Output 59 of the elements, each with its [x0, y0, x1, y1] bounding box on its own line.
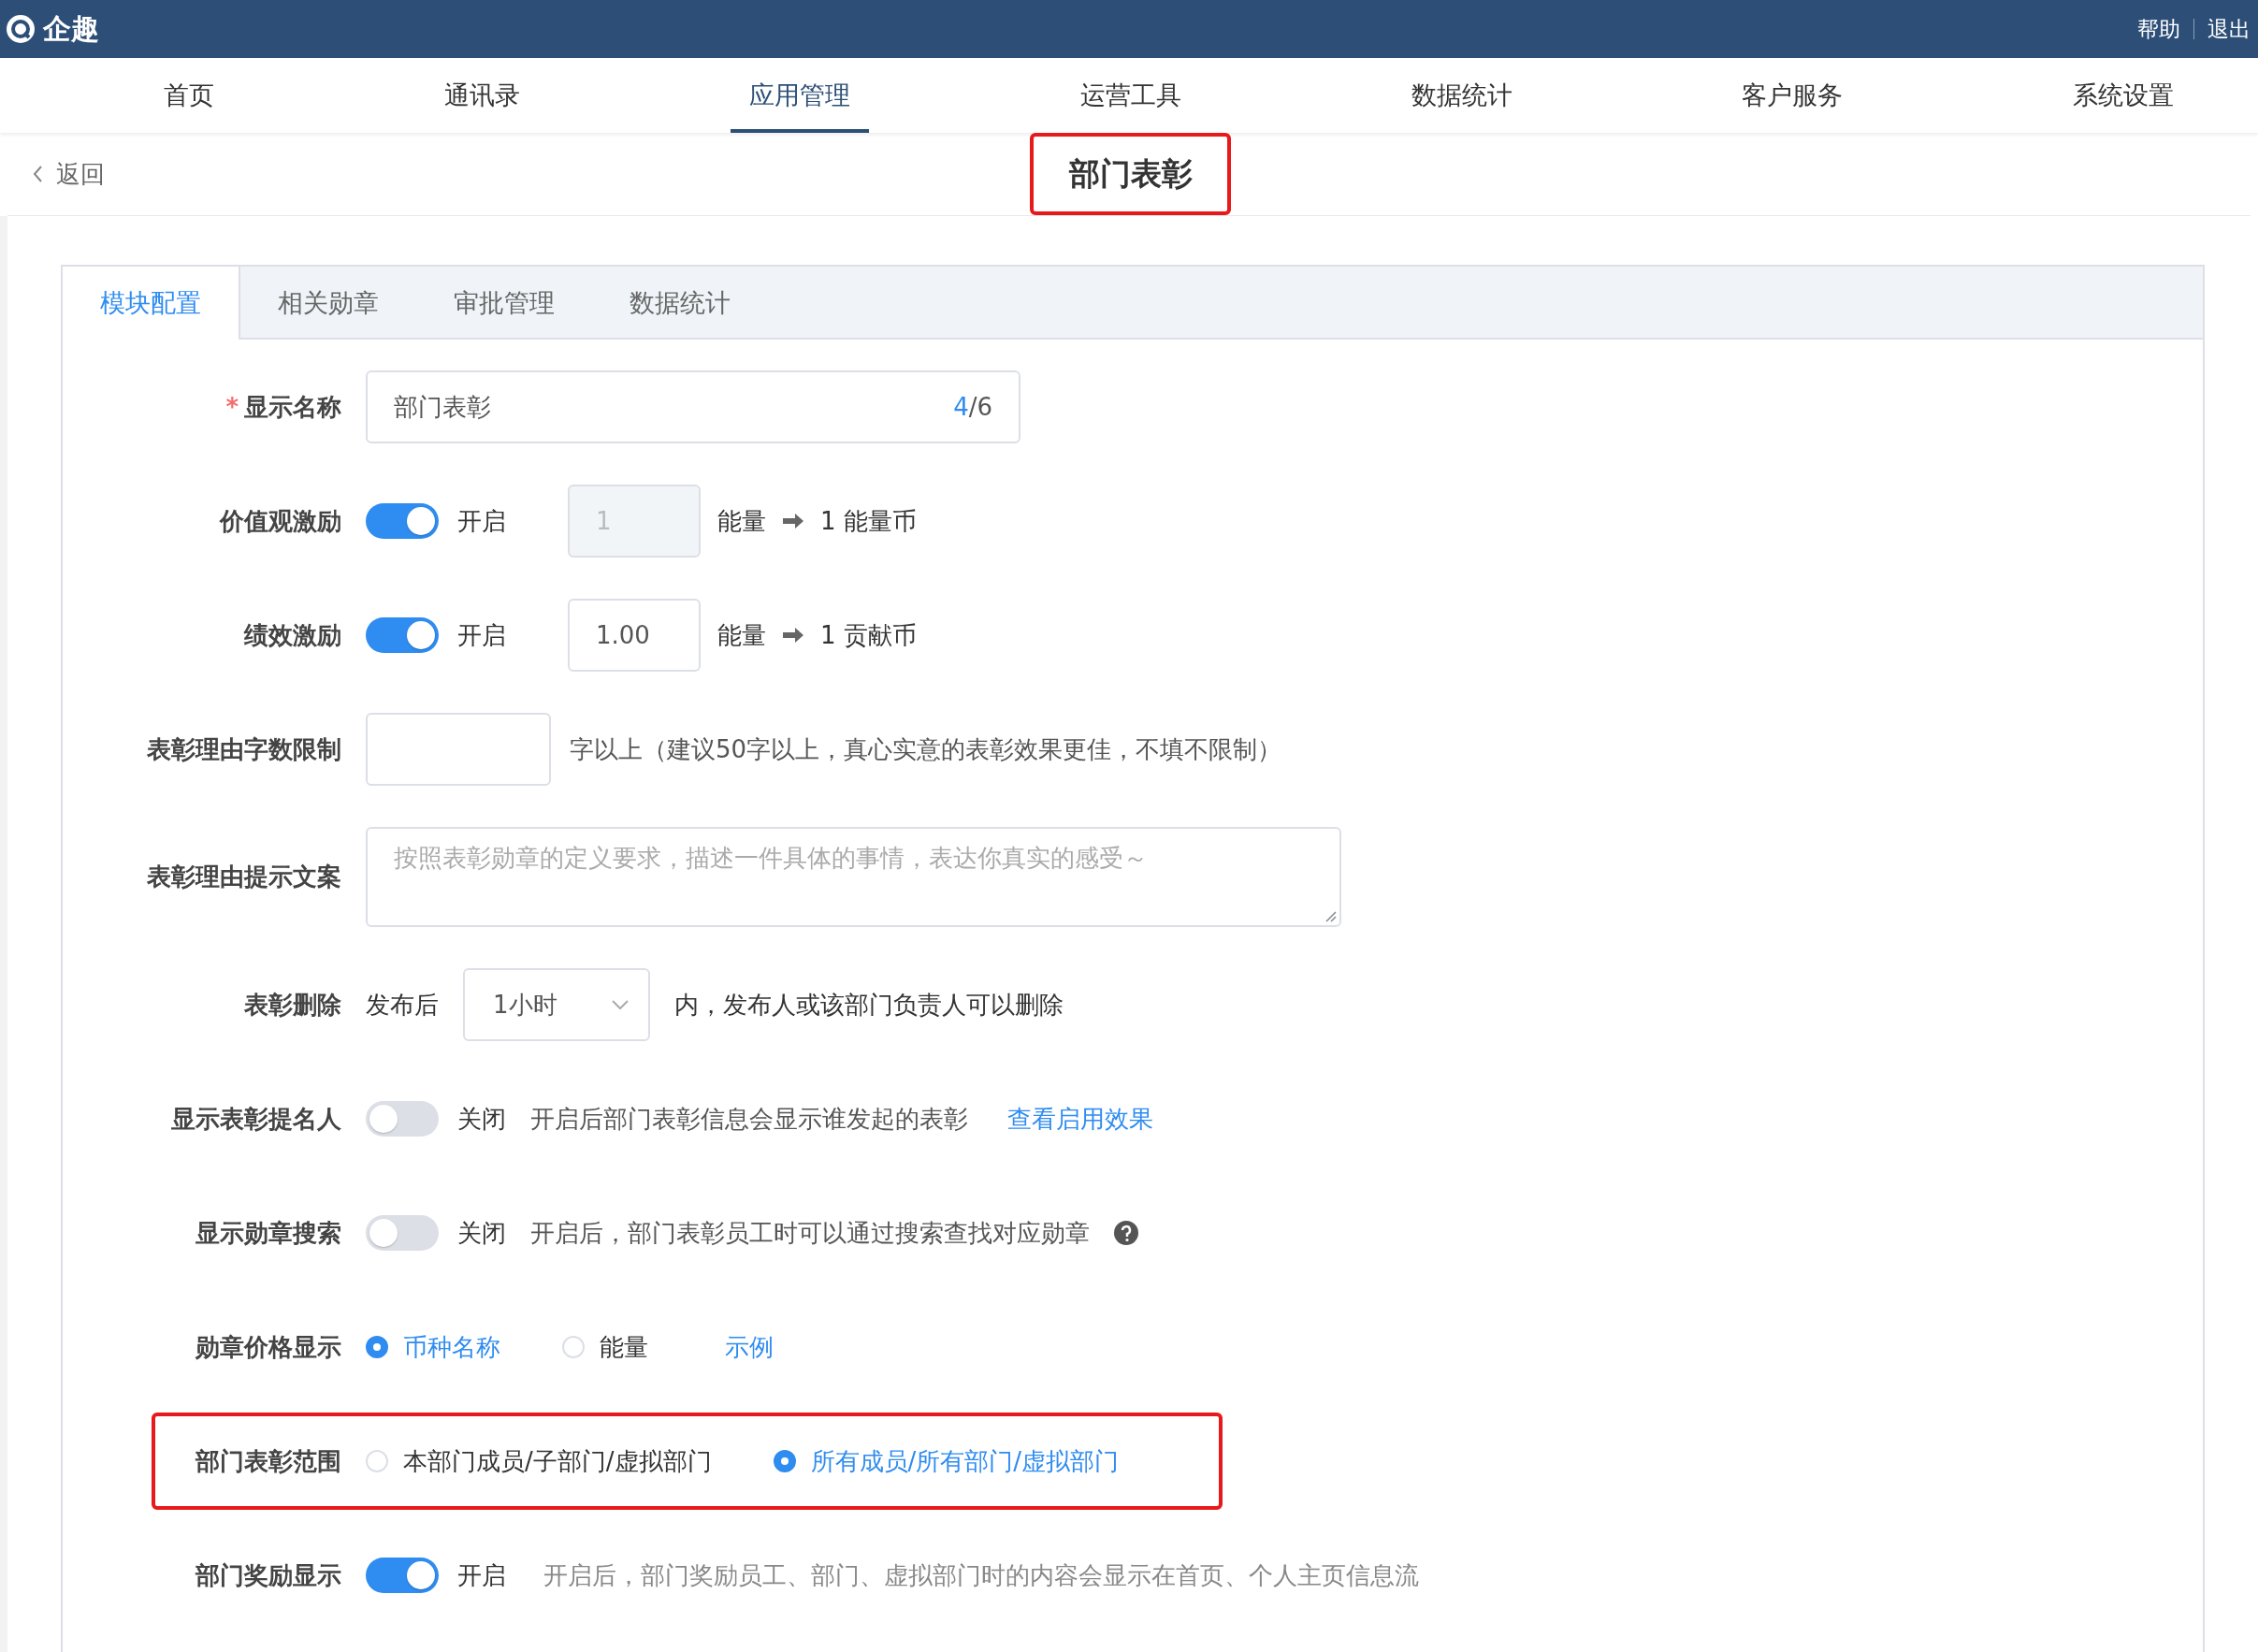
field-label: 显示勋章搜索 — [195, 1217, 341, 1249]
toggle-state: 关闭 — [457, 1103, 506, 1135]
nav-tab[interactable]: 系统设置 — [2053, 58, 2193, 133]
field-label: * 显示名称 — [224, 391, 341, 423]
app-name: 企趣 — [43, 10, 99, 47]
hint-text: 开启后，部门奖励员工、部门、虚拟部门时的内容会显示在首页、个人主页信息流 — [543, 1559, 1419, 1591]
chevron-left-icon — [32, 165, 43, 183]
field-label: 表彰理由提示文案 — [146, 862, 341, 892]
nav-tab[interactable]: 应用管理 — [731, 58, 870, 133]
tab[interactable]: 数据统计 — [592, 267, 768, 340]
nav-tab[interactable]: 客户服务 — [1723, 58, 1862, 133]
suffix-text: 内，发布人或该部门负责人可以删除 — [674, 989, 1064, 1021]
field-label: 价值观激励 — [218, 505, 341, 537]
tab[interactable]: 审批管理 — [416, 267, 592, 340]
prefix-text: 发布后 — [366, 989, 439, 1021]
field-label: 部门奖励显示 — [194, 1559, 341, 1591]
radio-option[interactable]: 能量 — [562, 1330, 648, 1364]
hint-text: 开启后部门表彰信息会显示谁发起的表彰 — [530, 1103, 968, 1135]
chevron-down-icon — [611, 999, 630, 1010]
toggle-switch[interactable] — [366, 1101, 439, 1137]
field-label: 部门表彰范围 — [194, 1445, 341, 1477]
field-label: 绩效激励 — [242, 619, 341, 651]
toggle-switch[interactable] — [366, 1558, 439, 1593]
unit-text: 能量 — [717, 619, 766, 651]
hint-text: 开启后，部门表彰员工时可以通过搜索查找对应勋章 — [530, 1217, 1090, 1249]
nav-tab[interactable]: 首页 — [145, 58, 233, 133]
number-input[interactable]: 1.00 — [568, 599, 701, 672]
arrow-right-icon — [783, 626, 803, 645]
nav-tab[interactable]: 数据统计 — [1392, 58, 1531, 133]
toggle-switch[interactable] — [366, 1215, 439, 1251]
toggle-state: 开启 — [457, 505, 506, 537]
required-mark: * — [225, 392, 239, 421]
field-label: 表彰理由字数限制 — [146, 733, 341, 765]
page-title: 部门表彰 — [1030, 133, 1231, 215]
header-link[interactable]: 退出 — [2207, 14, 2251, 44]
resize-grip-icon — [1324, 910, 1338, 923]
result-text: 1 能量币 — [820, 505, 917, 537]
tab[interactable]: 相关勋章 — [240, 267, 416, 340]
toggle-state: 关闭 — [457, 1217, 506, 1249]
toggle-state: 开启 — [457, 619, 506, 651]
toggle-state: 开启 — [457, 1559, 506, 1591]
help-icon[interactable] — [1114, 1221, 1138, 1245]
result-text: 1 贡献币 — [820, 619, 917, 651]
header-link[interactable]: 帮助 — [2137, 14, 2180, 44]
name-input[interactable]: 部门表彰 4/6 — [366, 370, 1020, 443]
nav-tab[interactable]: 通讯录 — [425, 58, 539, 133]
hint-text: 字以上（建议50字以上，真心实意的表彰效果更佳，不填不限制） — [570, 733, 1282, 765]
back-link[interactable]: 返回 — [7, 157, 105, 191]
dropdown[interactable]: 1小时 — [463, 968, 650, 1041]
logo-icon — [6, 14, 36, 44]
toggle-switch[interactable] — [366, 617, 439, 653]
field-label: 表彰删除 — [243, 989, 341, 1021]
field-label: 显示表彰提名人 — [170, 1103, 341, 1135]
number-input[interactable] — [366, 713, 551, 786]
arrow-right-icon — [783, 512, 803, 530]
field-label: 勋章价格显示 — [195, 1331, 341, 1363]
nav-tab[interactable]: 运营工具 — [1061, 58, 1200, 133]
radio-option[interactable]: 本部门成员/子部门/虚拟部门 — [366, 1444, 712, 1478]
unit-text: 能量 — [717, 505, 766, 537]
